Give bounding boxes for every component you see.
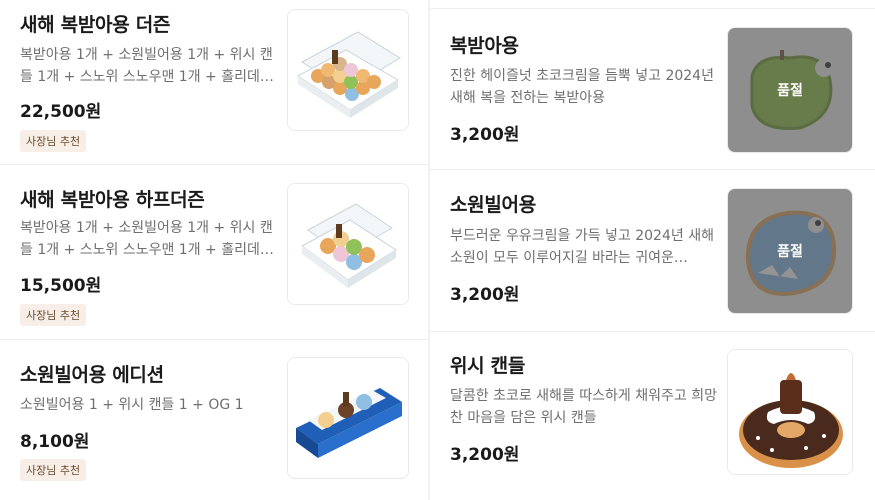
item-description: 소원빌어용 1 + 위시 캔들 1 + OG 1	[20, 397, 244, 413]
item-name: 새해 복받아용 하프더즌	[20, 189, 205, 211]
item-price: 3,200원	[450, 445, 520, 465]
item-price: 15,500원	[20, 276, 102, 296]
dozen-box-icon	[287, 9, 409, 131]
blue-dragon-donut-icon: 품절	[727, 188, 853, 314]
item-name: 새해 복받아용 더즌	[20, 14, 171, 36]
item-description: 달콤한 초코로 새해를 따스하게 채워주고 희망찬 마음을 담은 위시 캔들	[450, 388, 717, 426]
edition-box-icon	[287, 357, 409, 479]
item-price: 8,100원	[20, 432, 90, 452]
item-description: 복받아용 1개 + 소원빌어용 1개 + 위시 캔들 1개 + 스노위 스노우맨…	[20, 47, 273, 85]
menu-column-left: 새해 복받아용 더즌 복받아용 1개 + 소원빌어용 1개 + 위시 캔들 1개…	[0, 0, 428, 500]
item-name: 소원빌어용	[450, 194, 536, 216]
soldout-overlay: 품절	[728, 189, 852, 313]
item-description: 부드러운 우유크림을 가득 넣고 2024년 새해 소원이 모두 이루어지길 바…	[450, 228, 714, 266]
recommend-badge: 사장님 추천	[20, 304, 87, 326]
menu-item-dozen[interactable]: 새해 복받아용 더즌 복받아용 1개 + 소원빌어용 1개 + 위시 캔들 1개…	[0, 0, 428, 165]
item-description: 복받아용 1개 + 소원빌어용 1개 + 위시 캔들 1개 + 스노위 스노우맨…	[20, 220, 273, 258]
menu-item-wish-candle[interactable]: 위시 캔들 달콤한 초코로 새해를 따스하게 채워주고 희망찬 마음을 담은 위…	[430, 332, 875, 500]
item-name: 복받아용	[450, 35, 519, 57]
soldout-overlay: 품절	[728, 28, 852, 152]
recommend-badge: 사장님 추천	[20, 130, 87, 152]
menu-item-bokbadayong[interactable]: 복받아용 진한 헤이즐넛 초코크림을 듬뿍 넣고 2024년 새해 복을 전하는…	[430, 8, 875, 170]
item-price: 22,500원	[20, 102, 102, 122]
item-name: 위시 캔들	[450, 355, 526, 377]
item-price: 3,200원	[450, 125, 520, 145]
menu-item-half-dozen[interactable]: 새해 복받아용 하프더즌 복받아용 1개 + 소원빌어용 1개 + 위시 캔들 …	[0, 165, 428, 340]
item-description: 진한 헤이즐넛 초코크림을 듬뿍 넣고 2024년 새해 복을 전하는 복받아용	[450, 68, 714, 106]
soldout-label: 품절	[777, 244, 803, 260]
green-dragon-donut-icon: 품절	[727, 27, 853, 153]
menu-item-edition[interactable]: 소원빌어용 에디션 소원빌어용 1 + 위시 캔들 1 + OG 1 8,100…	[0, 340, 428, 500]
half-dozen-box-icon	[287, 183, 409, 305]
menu-column-right: 복받아용 진한 헤이즐넛 초코크림을 듬뿍 넣고 2024년 새해 복을 전하는…	[430, 0, 875, 500]
candle-donut-icon	[727, 349, 853, 475]
menu-item-sowonbileoyong[interactable]: 소원빌어용 부드러운 우유크림을 가득 넣고 2024년 새해 소원이 모두 이…	[430, 170, 875, 332]
soldout-label: 품절	[777, 83, 803, 99]
item-price: 3,200원	[450, 285, 520, 305]
item-name: 소원빌어용 에디션	[20, 364, 164, 386]
recommend-badge: 사장님 추천	[20, 459, 87, 481]
